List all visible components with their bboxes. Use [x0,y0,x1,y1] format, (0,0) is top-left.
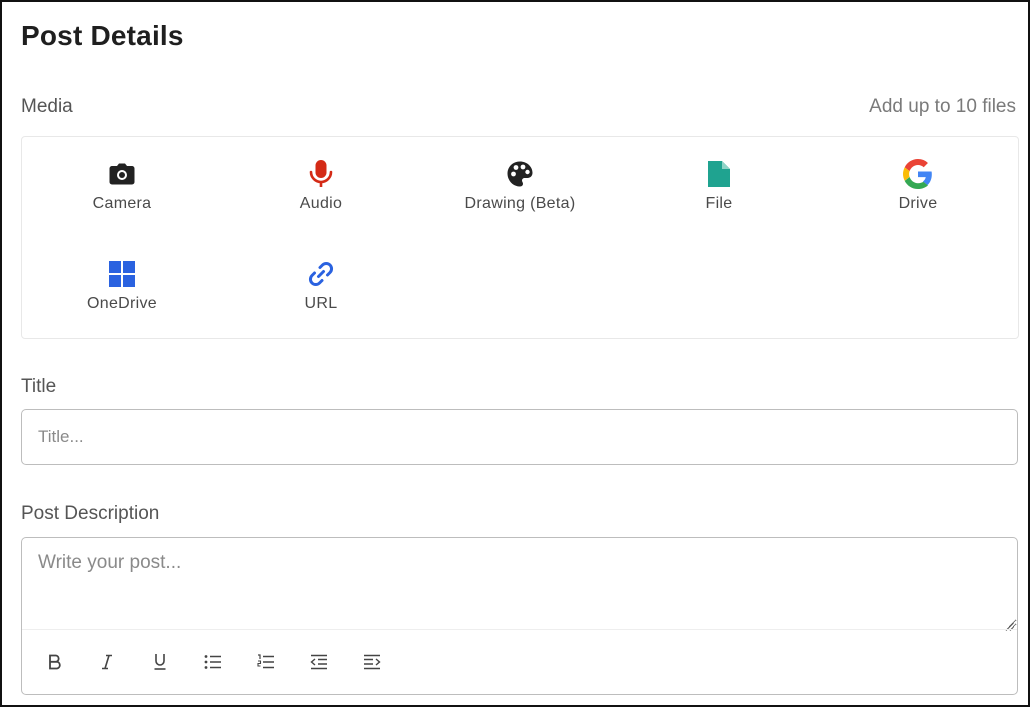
post-details-panel: Post Details Media Add up to 10 files Ca… [0,0,1030,707]
indent-icon [363,654,381,675]
outdent-button[interactable] [306,652,332,676]
camera-icon [107,159,137,189]
file-icon [704,159,734,189]
underline-icon [153,653,167,676]
palette-icon [505,159,535,189]
microphone-icon [306,159,336,189]
media-onedrive-button[interactable]: OneDrive [22,237,222,313]
google-icon [903,159,933,189]
bold-icon [48,654,62,675]
resize-handle-icon[interactable] [1005,618,1014,631]
media-audio-button[interactable]: Audio [221,137,421,213]
formatting-toolbar [22,629,1017,695]
media-drawing-label: Drawing (Beta) [464,195,576,212]
media-audio-label: Audio [299,195,343,212]
media-drawing-button[interactable]: Drawing (Beta) [420,137,620,213]
underline-button[interactable] [147,652,173,676]
italic-icon [100,654,114,675]
media-url-label: URL [304,295,338,312]
media-file-label: File [705,195,733,212]
page-title: Post Details [21,20,184,51]
bold-button[interactable] [42,652,68,676]
bullet-list-button[interactable] [200,652,226,676]
numbered-list-icon [257,653,275,675]
indent-button[interactable] [359,652,385,676]
media-drive-button[interactable]: Drive [818,137,1018,213]
media-camera-label: Camera [92,195,152,212]
description-editor [21,537,1018,695]
numbered-list-button[interactable] [253,652,279,676]
description-textarea[interactable] [22,538,1017,628]
media-camera-button[interactable]: Camera [22,137,222,213]
media-drive-label: Drive [898,195,938,212]
bullet-list-icon [204,654,222,675]
windows-icon [107,259,137,289]
media-url-button[interactable]: URL [221,237,421,313]
media-onedrive-label: OneDrive [87,295,157,312]
link-icon [306,259,336,289]
media-file-button[interactable]: File [619,137,819,213]
media-hint: Add up to 10 files [869,96,1016,117]
media-label: Media [21,96,73,117]
outdent-icon [310,654,328,675]
media-options: Camera Audio Drawing (Beta) File Drive O… [21,136,1019,339]
description-label: Post Description [21,503,160,524]
title-input[interactable] [21,409,1018,465]
title-label: Title [21,376,57,397]
italic-button[interactable] [94,652,120,676]
